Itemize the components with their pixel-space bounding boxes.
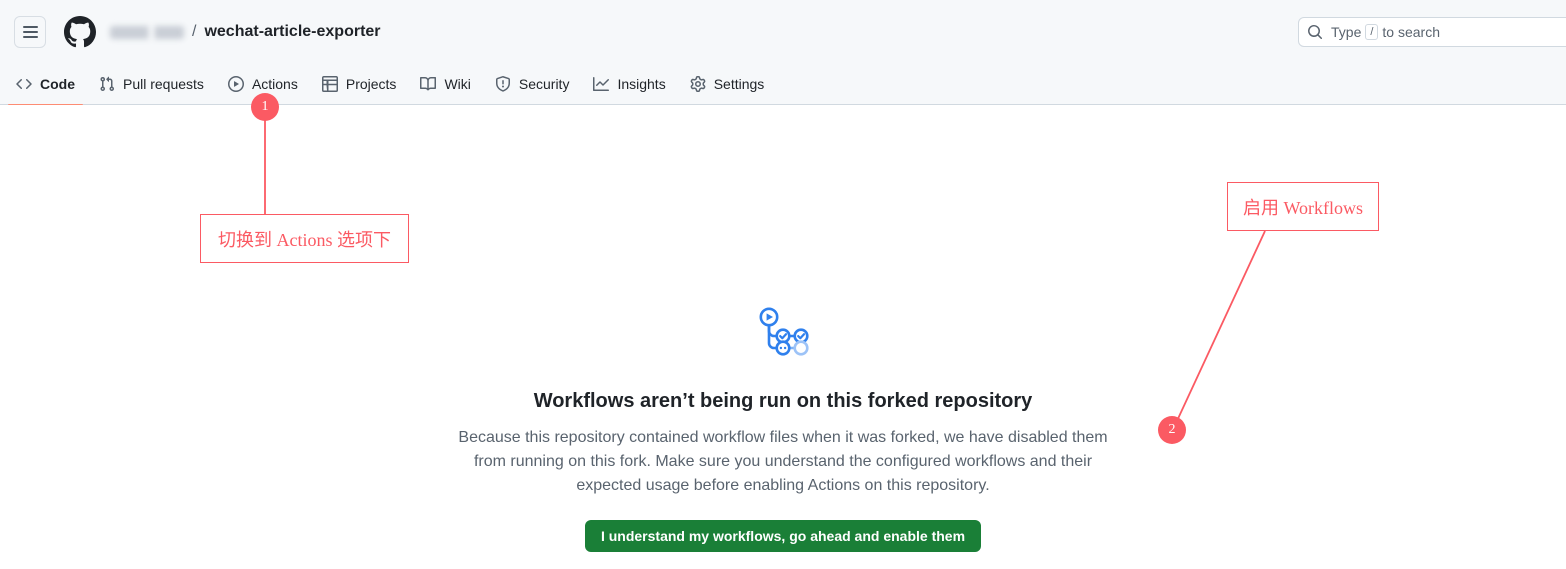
page-title: Workflows aren’t being run on this forke… xyxy=(533,390,1033,412)
tab-label: Wiki xyxy=(444,76,471,92)
search-input[interactable]: Type / to search xyxy=(1298,17,1566,47)
hamburger-icon-bar xyxy=(22,26,38,28)
repo-name-link[interactable]: wechat-article-exporter xyxy=(204,23,380,41)
hamburger-icon-bar xyxy=(22,36,38,38)
tab-label: Pull requests xyxy=(123,76,204,92)
shield-icon xyxy=(495,76,511,92)
search-placeholder-suffix: to search xyxy=(1382,24,1441,40)
breadcrumb: / wechat-article-exporter xyxy=(110,23,381,41)
repo-nav-tabs: Code Pull requests Actions Projects Wiki xyxy=(0,64,1566,106)
gear-icon xyxy=(690,76,706,92)
tab-settings[interactable]: Settings xyxy=(682,64,773,105)
tab-label: Code xyxy=(40,76,75,92)
tab-code[interactable]: Code xyxy=(8,64,83,106)
github-logo-icon[interactable] xyxy=(64,16,96,48)
tab-projects[interactable]: Projects xyxy=(314,64,405,105)
annotation-badge-1: 1 xyxy=(251,93,279,121)
breadcrumb-separator: / xyxy=(192,23,197,40)
tab-wiki[interactable]: Wiki xyxy=(412,64,478,105)
book-icon xyxy=(420,76,437,92)
page-root: / wechat-article-exporter Type / to sear… xyxy=(0,0,1566,569)
hamburger-menu-button[interactable] xyxy=(14,16,46,48)
tab-label: Projects xyxy=(345,76,397,92)
tab-insights[interactable]: Insights xyxy=(585,64,673,105)
code-icon xyxy=(16,76,32,92)
graph-icon xyxy=(593,76,610,92)
git-pull-request-icon xyxy=(99,76,115,92)
annotation-box-2: 启用 Workflows xyxy=(1227,182,1379,231)
table-icon xyxy=(321,76,338,92)
annotation-box-1: 切换到 Actions 选项下 xyxy=(200,214,409,263)
search-placeholder: Type / to search xyxy=(1331,24,1440,40)
tab-label: Actions xyxy=(251,76,298,92)
annotation-badge-2: 2 xyxy=(1158,416,1186,444)
search-icon xyxy=(1307,24,1323,40)
search-slash-key-hint: / xyxy=(1365,24,1379,40)
enable-workflows-button[interactable]: I understand my workflows, go ahead and … xyxy=(584,520,982,552)
workflows-empty-state: Workflows aren’t being run on this forke… xyxy=(0,301,1566,569)
workflow-graph-icon xyxy=(752,301,814,368)
hamburger-icon-bar xyxy=(22,31,38,33)
empty-state-description: Because this repository contained workfl… xyxy=(458,429,1108,494)
search-placeholder-prefix: Type xyxy=(1331,24,1362,40)
play-circle-icon xyxy=(227,76,244,92)
tab-label: Security xyxy=(518,76,570,92)
tab-security[interactable]: Security xyxy=(487,64,578,105)
tab-label: Settings xyxy=(713,76,765,92)
tab-pull-requests[interactable]: Pull requests xyxy=(91,64,212,105)
main-content-panel: Workflows aren’t being run on this forke… xyxy=(0,105,1566,569)
repo-owner-redacted[interactable] xyxy=(110,25,184,39)
tab-label: Insights xyxy=(617,76,666,92)
